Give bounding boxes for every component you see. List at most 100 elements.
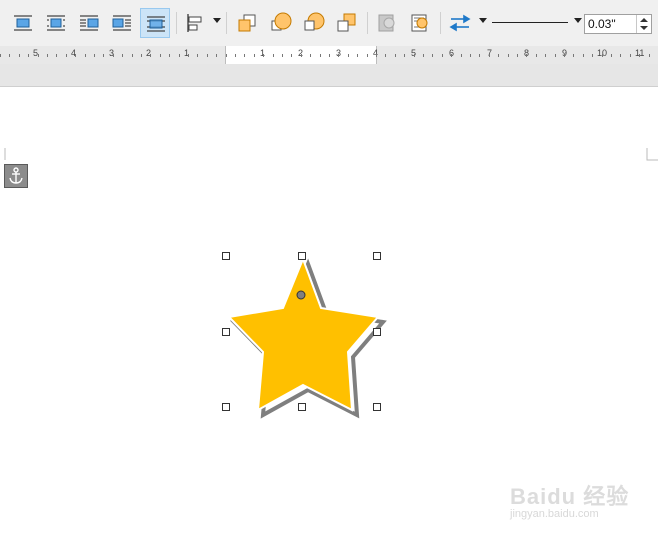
anchor-icon <box>9 167 23 184</box>
align-objects-icon <box>187 14 202 32</box>
watermark-url: jingyan.baidu.com <box>510 508 599 520</box>
to-background-icon <box>378 14 395 32</box>
arrow-style-button[interactable] <box>445 8 475 38</box>
ruler-tick <box>310 54 311 57</box>
ruler-tick <box>517 54 518 57</box>
ruler-tick <box>244 54 245 57</box>
ruler-tick <box>620 54 621 57</box>
ruler-tick <box>630 54 631 57</box>
ruler-tick <box>122 54 123 57</box>
wrap-through-button[interactable] <box>140 8 170 38</box>
wrap-right-icon <box>112 15 131 31</box>
bring-to-front-button[interactable] <box>233 8 263 38</box>
ruler-tick <box>226 54 227 57</box>
selection-handle[interactable] <box>373 403 381 411</box>
selection-handle[interactable] <box>222 403 230 411</box>
toolbar-separator <box>226 12 227 34</box>
toolbar-separator <box>176 12 177 34</box>
ruler-tick <box>273 54 274 57</box>
to-background-button[interactable] <box>372 8 402 38</box>
spin-up-icon[interactable] <box>640 18 648 22</box>
ruler-tick <box>555 54 556 57</box>
align-dropdown-arrow[interactable] <box>213 18 221 23</box>
line-width-value[interactable]: 0.03" <box>588 17 616 31</box>
selection-handle[interactable] <box>373 328 381 336</box>
ruler-tick <box>291 54 292 57</box>
wrap-through-icon <box>147 16 165 32</box>
ruler-tick <box>38 54 39 57</box>
line-style-preview[interactable] <box>492 22 568 23</box>
ruler-tick <box>526 54 527 57</box>
ruler-spacer <box>0 64 658 87</box>
ruler-tick <box>461 54 462 57</box>
wrap-page-button[interactable] <box>41 8 71 38</box>
align-objects-button[interactable] <box>181 8 211 38</box>
ruler-tick <box>94 54 95 57</box>
ruler-tick <box>254 54 255 57</box>
ruler-tick <box>0 54 1 57</box>
ruler-tick <box>169 54 170 57</box>
ruler-tick <box>19 54 20 57</box>
backward-one-icon <box>304 12 325 31</box>
ruler-tick <box>545 54 546 57</box>
ruler-tick <box>498 54 499 57</box>
ruler-tick <box>432 54 433 57</box>
star-shape[interactable] <box>220 250 390 420</box>
ruler-tick <box>564 54 565 57</box>
ruler-tick <box>404 54 405 57</box>
ruler-tick <box>639 54 640 57</box>
wrap-left-button[interactable] <box>74 8 104 38</box>
ruler-tick <box>442 54 443 57</box>
wrap-page-icon <box>47 15 65 31</box>
to-foreground-button[interactable] <box>405 8 435 38</box>
anchor-marker[interactable] <box>4 164 28 188</box>
wrap-off-icon <box>14 15 32 31</box>
ruler-tick <box>320 54 321 57</box>
ruler-tick <box>451 54 452 57</box>
page-corner-mark-left <box>4 148 6 160</box>
ruler-tick <box>216 54 217 57</box>
selection-handle[interactable] <box>222 252 230 260</box>
ruler-tick <box>47 54 48 57</box>
selection-handle[interactable] <box>298 403 306 411</box>
line-style-dropdown-arrow[interactable] <box>574 18 582 23</box>
ruler-tick <box>150 54 151 57</box>
glue-point[interactable] <box>296 290 306 300</box>
ruler-tick <box>583 54 584 57</box>
wrap-off-button[interactable] <box>8 8 38 38</box>
ruler-tick <box>573 54 574 57</box>
drawing-toolbar: 0.03" <box>0 0 658 46</box>
send-to-back-button[interactable] <box>332 8 362 38</box>
ruler-tick <box>132 54 133 57</box>
selection-handle[interactable] <box>222 328 230 336</box>
ruler-tick <box>188 54 189 57</box>
toolbar-separator <box>440 12 441 34</box>
horizontal-ruler[interactable]: 5 4 3 2 1 1 2 3 4 5 6 7 8 9 10 11 <box>0 46 658 64</box>
ruler-tick <box>602 54 603 57</box>
ruler-tick <box>649 54 650 57</box>
ruler-tick <box>56 54 57 57</box>
backward-one-button[interactable] <box>299 8 329 38</box>
ruler-tick <box>508 54 509 57</box>
ruler-tick <box>179 54 180 57</box>
selection-handle[interactable] <box>373 252 381 260</box>
wrap-right-button[interactable] <box>107 8 137 38</box>
ruler-tick <box>338 54 339 57</box>
line-width-spinbox[interactable]: 0.03" <box>584 14 652 34</box>
forward-one-icon <box>271 12 292 31</box>
ruler-tick <box>423 54 424 57</box>
ruler-tick <box>301 54 302 57</box>
bring-to-front-icon <box>238 14 256 32</box>
ruler-tick <box>348 54 349 57</box>
arrow-style-icon <box>449 14 471 32</box>
ruler-tick <box>357 54 358 57</box>
send-to-back-icon <box>337 13 356 32</box>
forward-one-button[interactable] <box>266 8 296 38</box>
arrow-style-dropdown-arrow[interactable] <box>479 18 487 23</box>
ruler-tick <box>414 54 415 57</box>
spin-down-icon[interactable] <box>640 26 648 30</box>
spin-arrows[interactable] <box>636 15 651 33</box>
watermark: Baidu 经验 jingyan.baidu.com <box>504 474 634 530</box>
toolbar-separator <box>367 12 368 34</box>
selection-handle[interactable] <box>298 252 306 260</box>
